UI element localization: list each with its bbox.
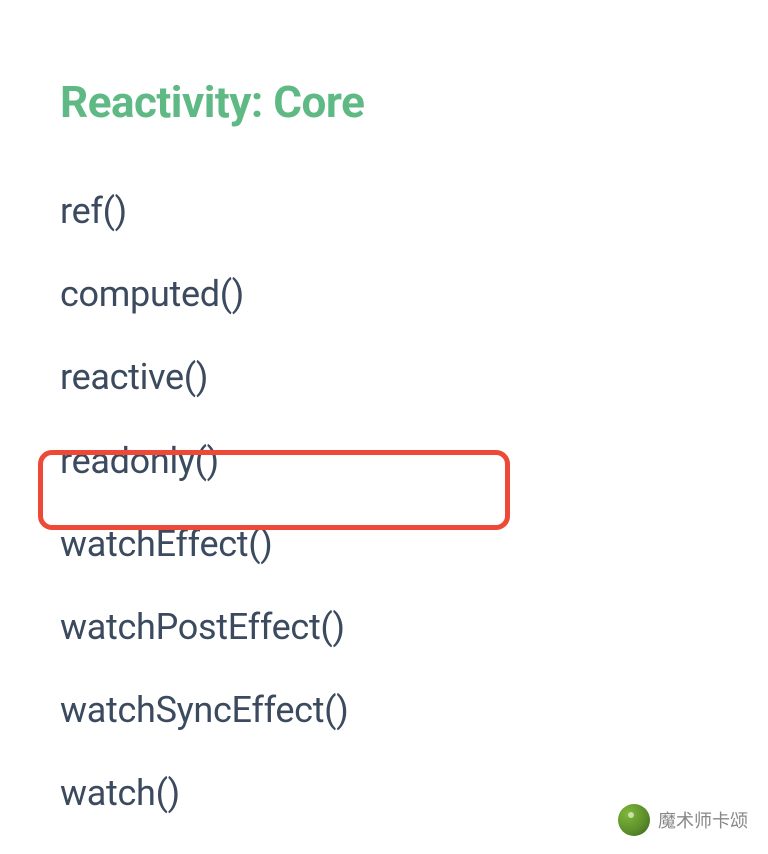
api-item-watchposteffect[interactable]: watchPostEffect() (60, 602, 708, 653)
api-item-watchsynceffect[interactable]: watchSyncEffect() (60, 685, 708, 736)
api-item-reactive[interactable]: reactive() (60, 352, 708, 403)
api-item-computed[interactable]: computed() (60, 269, 708, 320)
watermark: 魔术师卡颂 (618, 804, 748, 836)
section-heading[interactable]: Reactivity: Core (60, 76, 708, 128)
api-list: ref() computed() reactive() readonly() w… (60, 186, 708, 820)
watermark-label: 魔术师卡颂 (658, 807, 748, 833)
api-item-watcheffect[interactable]: watchEffect() (60, 519, 708, 570)
watermark-avatar-icon (618, 804, 650, 836)
content-container: Reactivity: Core ref() computed() reacti… (0, 0, 768, 820)
api-item-ref[interactable]: ref() (60, 186, 708, 237)
api-item-watch[interactable]: watch() (60, 768, 708, 819)
api-item-readonly[interactable]: readonly() (60, 436, 708, 487)
